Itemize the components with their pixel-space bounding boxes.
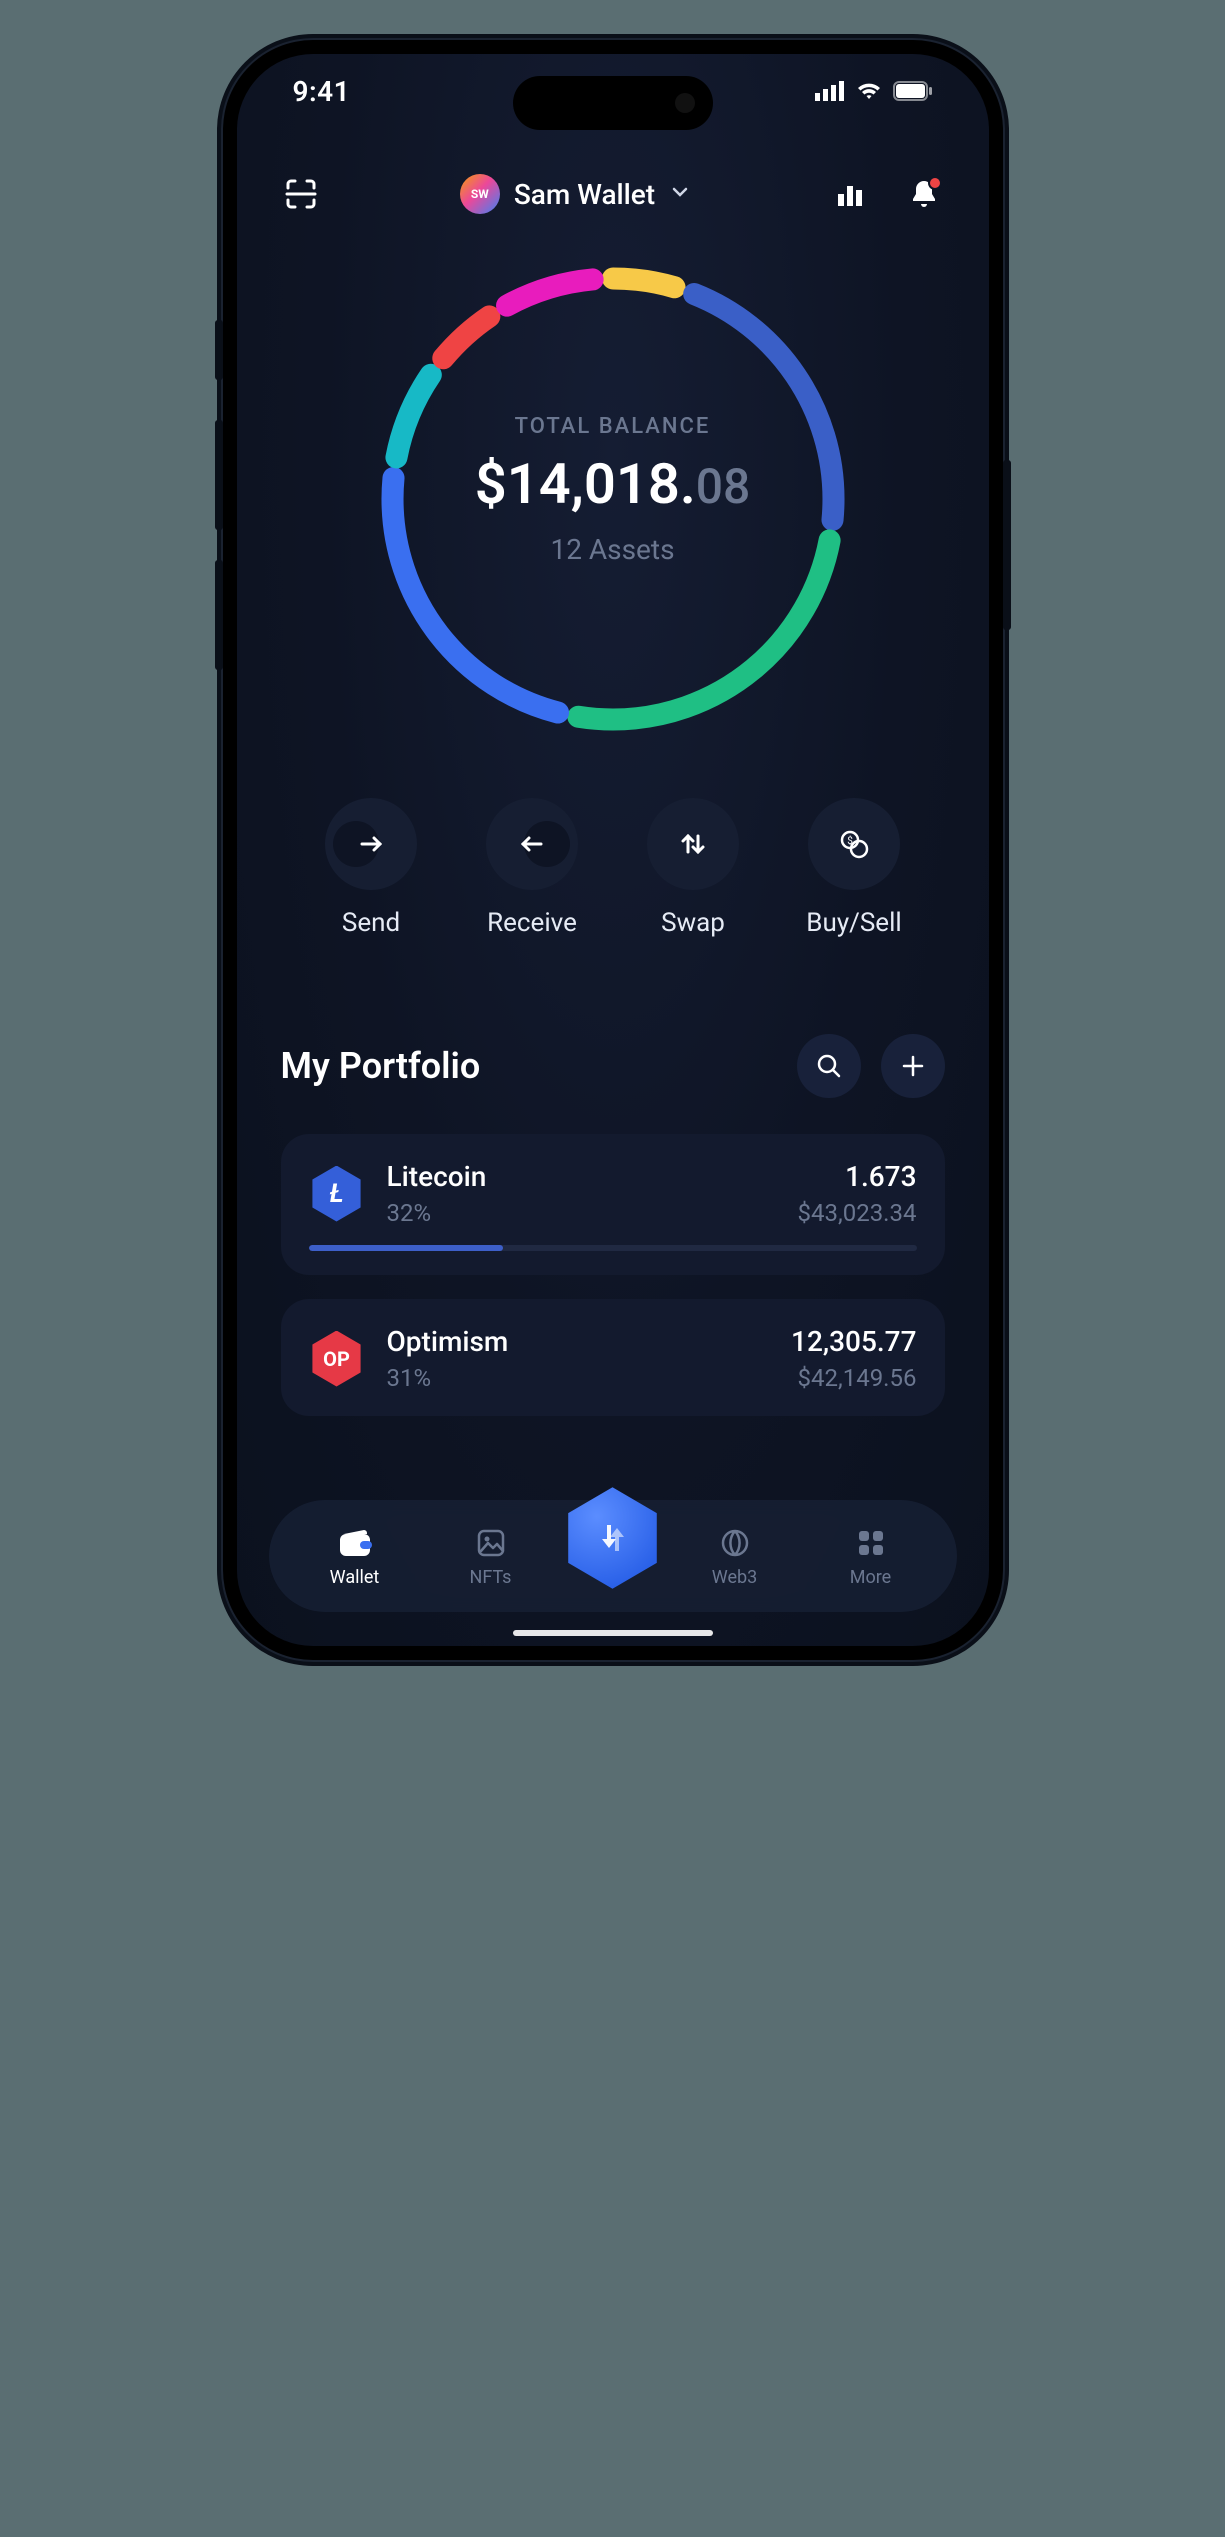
receive-button[interactable]: Receive [452, 798, 613, 938]
asset-fiat-value: $42,149.56 [791, 1364, 916, 1392]
tab-more-label: More [850, 1567, 891, 1588]
send-button[interactable]: Send [291, 798, 452, 938]
asset-percentage: 31% [387, 1364, 509, 1392]
tab-bar: Wallet NFTs Web3 More [269, 1500, 957, 1612]
buy-sell-button[interactable]: $ Buy/Sell [774, 798, 935, 938]
assets-count: 12 Assets [453, 533, 773, 566]
tab-wallet[interactable]: Wallet [287, 1525, 423, 1588]
screen: 9:41 SW Sam Wallet [237, 54, 989, 1646]
asset-list: Ł Litecoin 32% 1.673 $43,023.34 OP Optimism 31%… [281, 1134, 945, 1416]
actions-row: Send Receive Swap $ Buy/Sell [281, 798, 945, 938]
tab-web3[interactable]: Web3 [667, 1525, 803, 1588]
dynamic-island [513, 76, 713, 130]
more-icon [853, 1525, 889, 1561]
asset-name: Optimism [387, 1325, 509, 1358]
asset-name: Litecoin [387, 1160, 487, 1193]
notifications-icon[interactable] [904, 174, 944, 214]
tab-web3-label: Web3 [712, 1567, 757, 1588]
wallet-selector[interactable]: SW Sam Wallet [460, 174, 691, 214]
send-label: Send [342, 908, 400, 938]
battery-icon [893, 81, 933, 101]
wallet-icon [337, 1525, 373, 1561]
swap-label: Swap [661, 908, 725, 938]
asset-amount: 12,305.77 [791, 1325, 916, 1358]
balance-amount: $14,018.08 [453, 451, 773, 517]
home-indicator[interactable] [513, 1630, 713, 1636]
tab-more[interactable]: More [803, 1525, 939, 1588]
balance-donut: TOTAL BALANCE $14,018.08 12 Assets [281, 254, 945, 744]
web3-icon [717, 1525, 753, 1561]
balance-label: TOTAL BALANCE [453, 414, 773, 439]
coin-icon: OP [309, 1331, 365, 1387]
tab-nfts[interactable]: NFTs [423, 1525, 559, 1588]
buy-sell-label: Buy/Sell [806, 908, 901, 938]
tab-center-swap[interactable] [559, 1484, 667, 1592]
asset-fiat-value: $43,023.34 [798, 1199, 917, 1227]
wallet-name: Sam Wallet [514, 178, 655, 211]
add-asset-button[interactable] [881, 1034, 945, 1098]
avatar: SW [460, 174, 500, 214]
tab-nfts-label: NFTs [470, 1567, 512, 1588]
scan-icon[interactable] [281, 174, 321, 214]
asset-amount: 1.673 [798, 1160, 917, 1193]
asset-percentage: 32% [387, 1199, 487, 1227]
phone-frame: 9:41 SW Sam Wallet [223, 40, 1003, 1660]
stats-icon[interactable] [830, 174, 870, 214]
coin-icon: Ł [309, 1166, 365, 1222]
notification-dot [928, 176, 942, 190]
nft-icon [473, 1525, 509, 1561]
portfolio-title: My Portfolio [281, 1045, 481, 1087]
tab-wallet-label: Wallet [330, 1567, 380, 1588]
receive-label: Receive [487, 908, 577, 938]
status-time: 9:41 [293, 75, 351, 108]
search-button[interactable] [797, 1034, 861, 1098]
portfolio-header: My Portfolio [281, 1034, 945, 1098]
cellular-icon [815, 81, 845, 101]
asset-card[interactable]: OP Optimism 31% 12,305.77 $42,149.56 [281, 1299, 945, 1416]
asset-progress-bar [309, 1245, 917, 1251]
wifi-icon [855, 81, 883, 101]
app-header: SW Sam Wallet [281, 164, 945, 224]
chevron-down-icon [669, 181, 691, 207]
swap-button[interactable]: Swap [613, 798, 774, 938]
asset-card[interactable]: Ł Litecoin 32% 1.673 $43,023.34 [281, 1134, 945, 1275]
